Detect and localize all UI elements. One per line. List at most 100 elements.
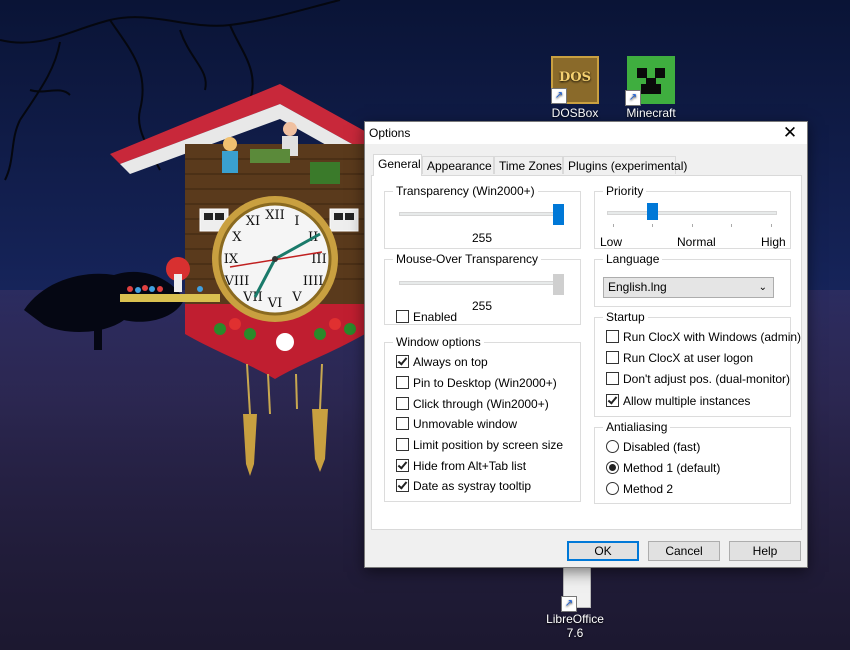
mouseover-slider-track[interactable]: [399, 281, 564, 285]
priority-tick: [692, 224, 693, 227]
antialias-disabled-radio[interactable]: Disabled (fast): [606, 440, 700, 456]
desktop-icon-minecraft[interactable]: ↗ Minecraft: [611, 56, 691, 120]
pin-to-desktop-checkbox[interactable]: Pin to Desktop (Win2000+): [396, 376, 557, 392]
priority-slider-track[interactable]: [607, 211, 777, 215]
enabled-checkbox[interactable]: Enabled: [396, 310, 457, 326]
chevron-down-icon[interactable]: ⌄: [759, 278, 767, 297]
clock-numeral: VII: [242, 290, 263, 305]
dialog-title: Options: [369, 126, 411, 140]
transparency-legend: Transparency (Win2000+): [393, 184, 538, 198]
priority-tick: [731, 224, 732, 227]
radio-dot[interactable]: [606, 482, 619, 495]
checkbox-label: Don't adjust pos. (dual-monitor): [623, 372, 791, 386]
transparency-group: Transparency (Win2000+) 255: [384, 184, 581, 249]
desktop-icon-dosbox[interactable]: DOS ↗ DOSBox: [535, 56, 615, 120]
priority-high-label: High: [761, 235, 786, 249]
clock-numeral: III: [311, 252, 326, 267]
tab-time-zones[interactable]: Time Zones: [494, 156, 563, 174]
transparency-slider-track[interactable]: [399, 212, 564, 216]
checkbox-box[interactable]: [396, 438, 409, 451]
hide-alt-tab-checkbox[interactable]: Hide from Alt+Tab list: [396, 459, 526, 475]
radio-label: Method 1 (default): [623, 461, 721, 475]
close-icon[interactable]: ✕: [779, 123, 801, 143]
clock-numeral: IIII: [303, 274, 324, 289]
clock-numeral: V: [291, 290, 302, 305]
desktop-icon-label-line1: LibreOffice: [546, 612, 604, 626]
title-bar[interactable]: Options ✕: [365, 122, 807, 144]
checkbox-box[interactable]: [606, 351, 619, 364]
language-group: Language English.lng ⌄: [594, 252, 791, 307]
libreoffice-icon: ↗: [551, 562, 599, 612]
desktop-icon-label: Minecraft: [626, 106, 676, 120]
dont-adjust-pos-checkbox[interactable]: Don't adjust pos. (dual-monitor): [606, 372, 790, 388]
shortcut-arrow-icon: ↗: [551, 88, 567, 104]
minecraft-icon: ↗: [625, 56, 675, 106]
checkbox-label: Run ClocX at user logon: [623, 351, 754, 365]
clock-numeral: VIII: [224, 274, 250, 289]
unmovable-window-checkbox[interactable]: Unmovable window: [396, 417, 517, 433]
tab-plugins[interactable]: Plugins (experimental): [563, 156, 687, 174]
options-dialog: Options ✕ General Appearance Time Zones …: [364, 121, 808, 568]
always-on-top-checkbox[interactable]: Always on top: [396, 355, 488, 371]
window-options-group: Window options Always on top Pin to Desk…: [384, 335, 581, 502]
checkbox-box[interactable]: [396, 376, 409, 389]
click-through-checkbox[interactable]: Click through (Win2000+): [396, 397, 549, 413]
checkbox-label: Limit position by screen size: [413, 438, 564, 452]
transparency-value: 255: [471, 231, 493, 245]
priority-low-label: Low: [600, 235, 623, 249]
clock-numeral: IX: [224, 252, 239, 267]
radio-label: Disabled (fast): [623, 440, 701, 454]
language-selected-value: English.lng: [608, 280, 667, 294]
checkbox-box[interactable]: [396, 397, 409, 410]
date-tooltip-checkbox[interactable]: Date as systray tooltip: [396, 479, 531, 495]
checkbox-box[interactable]: [606, 372, 619, 385]
desktop-icon-libreoffice[interactable]: ↗ LibreOffice 7.6: [535, 562, 615, 640]
window-options-legend: Window options: [393, 335, 484, 349]
antialiasing-legend: Antialiasing: [603, 420, 671, 434]
radio-dot[interactable]: [606, 440, 619, 453]
run-with-windows-checkbox[interactable]: Run ClocX with Windows (admin): [606, 330, 801, 346]
checkbox-label: Click through (Win2000+): [413, 397, 549, 411]
radio-dot[interactable]: [606, 461, 619, 474]
checkbox-box[interactable]: [606, 394, 619, 407]
clock-numeral: I: [294, 214, 299, 229]
checkbox-box[interactable]: [396, 355, 409, 368]
checkbox-box[interactable]: [396, 459, 409, 472]
cancel-button[interactable]: Cancel: [648, 541, 720, 561]
language-dropdown[interactable]: English.lng ⌄: [603, 277, 774, 298]
limit-position-checkbox[interactable]: Limit position by screen size: [396, 438, 563, 454]
checkbox-box[interactable]: [606, 330, 619, 343]
clock-numeral: XII: [265, 208, 285, 223]
mouseover-value: 255: [471, 299, 493, 313]
tab-general[interactable]: General: [373, 154, 422, 176]
desktop-icon-label-line2: 7.6: [566, 626, 584, 640]
mouseover-transparency-group: Mouse-Over Transparency 255 Enabled: [384, 252, 581, 326]
clock-numeral: X: [232, 230, 242, 245]
allow-multiple-instances-checkbox[interactable]: Allow multiple instances: [606, 394, 750, 410]
mouseover-legend: Mouse-Over Transparency: [393, 252, 542, 266]
ok-button[interactable]: OK: [567, 541, 639, 561]
priority-group: Priority Low Normal High: [594, 184, 791, 249]
startup-legend: Startup: [603, 310, 648, 324]
help-button[interactable]: Help: [729, 541, 801, 561]
checkbox-label: Run ClocX with Windows (admin): [623, 330, 802, 344]
transparency-slider-thumb[interactable]: [553, 204, 564, 225]
radio-label: Method 2: [623, 482, 674, 496]
priority-normal-label: Normal: [677, 235, 716, 249]
checkbox-label: Hide from Alt+Tab list: [413, 459, 527, 473]
checkbox-label: Unmovable window: [413, 417, 518, 431]
priority-slider-thumb[interactable]: [646, 203, 658, 220]
run-at-logon-checkbox[interactable]: Run ClocX at user logon: [606, 351, 753, 367]
priority-tick: [613, 224, 614, 227]
antialias-method1-radio[interactable]: Method 1 (default): [606, 461, 720, 477]
cuckoo-clock: XIIIIIIIIIIIIVVIVIIVIIIIXXXI: [110, 84, 370, 476]
dosbox-glyph: DOS: [559, 70, 591, 85]
checkbox-label: Always on top: [413, 355, 488, 369]
antialias-method2-radio[interactable]: Method 2: [606, 482, 673, 498]
tab-appearance[interactable]: Appearance: [422, 156, 494, 174]
checkbox-box[interactable]: [396, 479, 409, 492]
mouseover-slider-thumb[interactable]: [553, 274, 564, 295]
checkbox-label: Date as systray tooltip: [413, 479, 532, 493]
checkbox-box[interactable]: [396, 417, 409, 430]
checkbox-box[interactable]: [396, 310, 409, 323]
